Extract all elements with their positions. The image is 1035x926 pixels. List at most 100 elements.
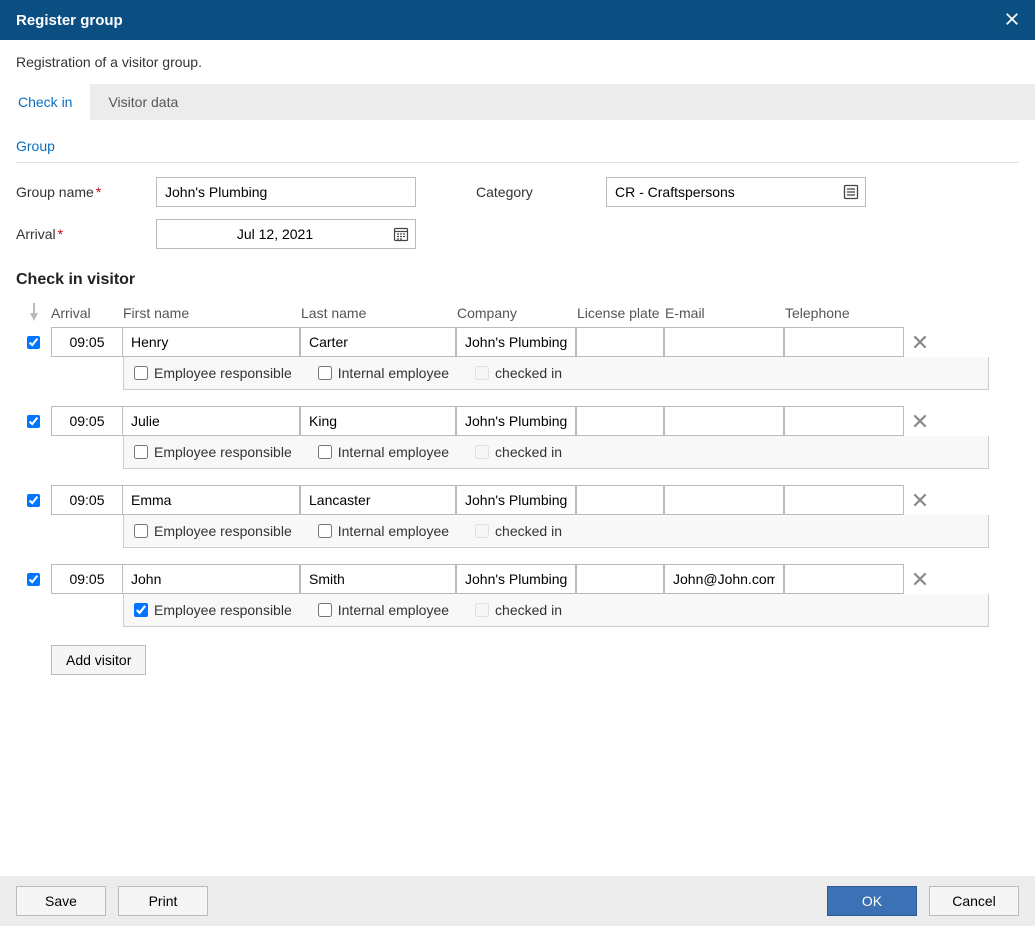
visitor-row: Employee responsible Internal employee che… xyxy=(16,327,1019,390)
visitor-row: Employee responsible Internal employee che… xyxy=(16,485,1019,548)
visitor-arrival-input[interactable] xyxy=(51,485,123,515)
dialog-subtitle: Registration of a visitor group. xyxy=(0,40,1035,84)
visitor-table-header: Arrival First name Last name Company Lic… xyxy=(16,297,1019,327)
list-picker-icon[interactable] xyxy=(837,178,865,206)
visitor-phone-input[interactable] xyxy=(784,564,904,594)
visitor-arrival-input[interactable] xyxy=(51,564,123,594)
dialog-footer: Save Print OK Cancel xyxy=(0,876,1035,926)
visitor-last-input[interactable] xyxy=(300,406,456,436)
visitor-company-input[interactable] xyxy=(456,485,576,515)
visitor-email-input[interactable] xyxy=(664,406,784,436)
col-phone: Telephone xyxy=(785,305,905,321)
visitor-internal-flag[interactable]: Internal employee xyxy=(318,523,449,539)
visitor-checked-checkbox xyxy=(475,366,489,380)
visitor-emp_resp-checkbox[interactable] xyxy=(134,445,148,459)
visitor-company-input[interactable] xyxy=(456,406,576,436)
visitor-last-input[interactable] xyxy=(300,564,456,594)
delete-row-icon[interactable] xyxy=(905,412,935,430)
visitor-checked-flag: checked in xyxy=(475,602,562,618)
visitor-license-input[interactable] xyxy=(576,564,664,594)
visitor-arrival-input[interactable] xyxy=(51,406,123,436)
group-name-label: Group name* xyxy=(16,184,156,200)
visitor-email-input[interactable] xyxy=(664,564,784,594)
tab-checkin[interactable]: Check in xyxy=(0,84,90,120)
title-bar: Register group xyxy=(0,0,1035,40)
category-field-wrap xyxy=(606,177,866,207)
visitor-internal-checkbox[interactable] xyxy=(318,603,332,617)
visitor-table: Arrival First name Last name Company Lic… xyxy=(16,297,1019,675)
visitor-license-input[interactable] xyxy=(576,406,664,436)
visitor-internal-checkbox[interactable] xyxy=(318,366,332,380)
visitor-emp_resp-checkbox[interactable] xyxy=(134,524,148,538)
visitor-arrival-input[interactable] xyxy=(51,327,123,357)
sort-icon[interactable] xyxy=(16,303,51,321)
visitor-first-input[interactable] xyxy=(122,406,300,436)
group-name-input[interactable] xyxy=(156,177,416,207)
dialog-title: Register group xyxy=(16,12,123,29)
row-select-checkbox[interactable] xyxy=(27,573,40,586)
arrival-field-wrap xyxy=(156,219,416,249)
visitor-emp_resp-flag[interactable]: Employee responsible xyxy=(134,365,292,381)
visitor-company-input[interactable] xyxy=(456,564,576,594)
visitor-row: Employee responsible Internal employee che… xyxy=(16,564,1019,627)
row-select-checkbox[interactable] xyxy=(27,415,40,428)
visitor-internal-flag[interactable]: Internal employee xyxy=(318,602,449,618)
visitor-checked-flag: checked in xyxy=(475,365,562,381)
visitor-license-input[interactable] xyxy=(576,327,664,357)
visitor-emp_resp-checkbox[interactable] xyxy=(134,366,148,380)
visitor-internal-checkbox[interactable] xyxy=(318,524,332,538)
visitor-company-input[interactable] xyxy=(456,327,576,357)
visitor-checked-checkbox xyxy=(475,445,489,459)
group-section-title: Group xyxy=(16,120,1019,163)
category-label: Category xyxy=(476,184,606,200)
visitor-last-input[interactable] xyxy=(300,485,456,515)
visitor-emp_resp-flag[interactable]: Employee responsible xyxy=(134,602,292,618)
arrival-label: Arrival* xyxy=(16,226,156,242)
visitor-email-input[interactable] xyxy=(664,485,784,515)
col-first: First name xyxy=(123,305,301,321)
col-last: Last name xyxy=(301,305,457,321)
visitor-checked-flag: checked in xyxy=(475,523,562,539)
delete-row-icon[interactable] xyxy=(905,333,935,351)
ok-button[interactable]: OK xyxy=(827,886,917,916)
calendar-icon[interactable] xyxy=(387,220,415,248)
add-visitor-button[interactable]: Add visitor xyxy=(51,645,146,675)
content-area: Group Group name* Category Arrival* xyxy=(0,120,1035,876)
cancel-button[interactable]: Cancel xyxy=(929,886,1019,916)
save-button[interactable]: Save xyxy=(16,886,106,916)
visitor-first-input[interactable] xyxy=(122,327,300,357)
visitor-emp_resp-flag[interactable]: Employee responsible xyxy=(134,444,292,460)
visitor-emp_resp-checkbox[interactable] xyxy=(134,603,148,617)
category-input[interactable] xyxy=(606,177,866,207)
visitor-first-input[interactable] xyxy=(122,485,300,515)
col-email: E-mail xyxy=(665,305,785,321)
visitor-phone-input[interactable] xyxy=(784,406,904,436)
visitor-row: Employee responsible Internal employee che… xyxy=(16,406,1019,469)
checkin-section-title: Check in visitor xyxy=(16,249,1019,297)
close-icon[interactable] xyxy=(999,5,1025,36)
row-select-checkbox[interactable] xyxy=(27,494,40,507)
group-form: Group name* Category Arrival* xyxy=(16,163,1019,249)
delete-row-icon[interactable] xyxy=(905,491,935,509)
col-arrival: Arrival xyxy=(51,305,123,321)
visitor-first-input[interactable] xyxy=(122,564,300,594)
visitor-checked-checkbox xyxy=(475,524,489,538)
visitor-phone-input[interactable] xyxy=(784,485,904,515)
visitor-checked-flag: checked in xyxy=(475,444,562,460)
visitor-internal-checkbox[interactable] xyxy=(318,445,332,459)
visitor-license-input[interactable] xyxy=(576,485,664,515)
visitor-email-input[interactable] xyxy=(664,327,784,357)
visitor-checked-checkbox xyxy=(475,603,489,617)
print-button[interactable]: Print xyxy=(118,886,208,916)
delete-row-icon[interactable] xyxy=(905,570,935,588)
visitor-internal-flag[interactable]: Internal employee xyxy=(318,444,449,460)
col-company: Company xyxy=(457,305,577,321)
visitor-phone-input[interactable] xyxy=(784,327,904,357)
col-license: License plate xyxy=(577,305,665,321)
row-select-checkbox[interactable] xyxy=(27,336,40,349)
arrival-date-input[interactable] xyxy=(156,219,416,249)
visitor-emp_resp-flag[interactable]: Employee responsible xyxy=(134,523,292,539)
tab-visitordata[interactable]: Visitor data xyxy=(90,84,196,120)
visitor-internal-flag[interactable]: Internal employee xyxy=(318,365,449,381)
visitor-last-input[interactable] xyxy=(300,327,456,357)
